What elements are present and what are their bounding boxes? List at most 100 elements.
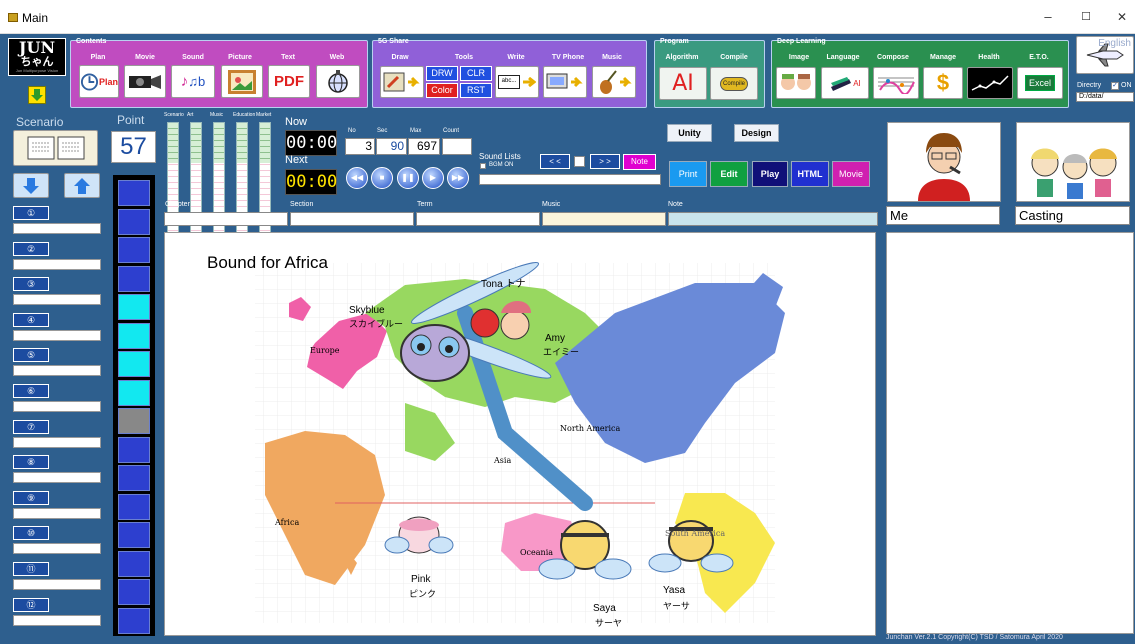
scenario-field-9[interactable] [13,507,101,519]
casting-field[interactable]: Casting [1015,206,1130,225]
english-button[interactable]: English [1076,36,1134,74]
scenario-item-9[interactable]: ⑨ [13,490,49,505]
scenario-field-4[interactable] [13,329,101,341]
note-input[interactable] [668,212,878,226]
scenario-item-8[interactable]: ⑧ [13,455,49,470]
window-title: Main [22,11,49,25]
text-button[interactable]: PDF [268,65,310,98]
eto-button[interactable]: Excel [1017,67,1063,99]
print-button[interactable]: Print [669,161,707,187]
sound-index-field[interactable] [574,156,585,167]
scenario-down-button[interactable] [13,173,49,198]
logo-line1: JUN [18,38,56,57]
stop-button[interactable]: ■ [371,167,393,189]
language-button[interactable]: AI [821,67,869,99]
directory-input[interactable]: D:/data/ [1076,92,1134,102]
minimize-button[interactable]: – [1030,6,1066,28]
directory-on-label: ON [1121,82,1132,89]
music-input[interactable] [542,212,666,226]
sound-list-field[interactable] [479,174,661,185]
sound-next-button[interactable]: > > [590,154,620,169]
scenario-item-12[interactable]: ⑫ [13,597,49,612]
scenario-item-3[interactable]: ③ [13,277,49,292]
sec-input[interactable]: 90 [376,138,407,155]
point-cell [118,550,150,577]
scenario-notes-button[interactable] [13,130,98,166]
tool-color-button[interactable]: Color [426,83,458,98]
forward-button[interactable]: ▶▶ [447,167,469,189]
directory-on-checkbox[interactable]: ✓ [1111,82,1119,90]
unity-button[interactable]: Unity [667,124,712,142]
image-button[interactable] [776,67,816,99]
health-button[interactable] [967,67,1013,99]
pause-button[interactable]: ❚❚ [397,167,419,189]
scenario-field-12[interactable] [13,614,101,626]
play-mode-button[interactable]: Play [752,161,788,187]
deep-learning-title: Deep Learning [777,38,826,45]
term-input[interactable] [416,212,540,226]
casting-image[interactable] [1016,122,1130,202]
casting-list-panel[interactable] [886,232,1134,634]
me-image[interactable] [887,122,1001,202]
next-time: 00:00 [285,169,337,195]
count-input[interactable] [442,138,472,155]
tv-phone-button[interactable] [543,66,587,98]
tool-clr-button[interactable]: CLR [460,66,492,81]
scenario-field-2[interactable] [13,258,101,270]
sound-prev-button[interactable]: < < [540,154,570,169]
music-share-button[interactable] [592,66,636,98]
me-field[interactable]: Me [886,206,1000,225]
close-button[interactable]: ✕ [1104,6,1135,28]
scenario-item-6[interactable]: ⑥ [13,384,49,398]
picture-button[interactable] [221,65,263,98]
meter-label-4: Market [256,112,272,118]
edit-button[interactable]: Edit [710,161,748,187]
scenario-field-3[interactable] [13,294,101,306]
footer-copyright: Junchan Ver.2.1 Copyright(C) TSD / Satom… [886,634,1063,641]
compose-button[interactable] [873,67,919,99]
scenario-item-4[interactable]: ④ [13,312,49,327]
scenario-item-5[interactable]: ⑤ [13,348,49,363]
pink-label: Pink [411,574,431,585]
scenario-field-10[interactable] [13,543,101,555]
download-arrow-icon[interactable] [28,86,46,104]
design-button[interactable]: Design [734,124,779,142]
maximize-button[interactable]: ☐ [1068,6,1104,28]
scenario-field-6[interactable] [13,401,101,412]
algorithm-button[interactable]: AI [659,67,707,100]
scenario-field-7[interactable] [13,436,101,448]
plan-button[interactable]: Plan [79,65,119,98]
compile-button[interactable]: Compile [710,67,758,100]
html-button[interactable]: HTML [791,161,829,187]
scenario-field-8[interactable] [13,472,101,484]
tool-drw-button[interactable]: DRW [426,66,458,81]
scenario-up-button[interactable] [64,173,100,198]
sound-button[interactable]: ♪ ♫b [171,65,215,98]
scenario-item-1[interactable]: ① [13,206,49,220]
movie-button[interactable] [124,65,166,98]
no-input[interactable]: 3 [345,138,375,155]
play-button[interactable]: ▶ [422,167,444,189]
scenario-field-5[interactable] [13,365,101,377]
arrow-down-icon [23,177,39,194]
write-button[interactable]: abc... [495,66,539,98]
contents-label-1: Movie [135,54,155,61]
scenario-item-7[interactable]: ⑦ [13,419,49,434]
sound-note-button[interactable]: Note [623,154,656,170]
scenario-item-2[interactable]: ② [13,241,49,256]
scenario-field-11[interactable] [13,579,101,590]
movie-mode-button[interactable]: Movie [832,161,870,187]
rewind-button[interactable]: ◀◀ [346,167,368,189]
stage-canvas[interactable]: Bound for Africa Europe North America As… [164,232,876,636]
draw-button[interactable] [380,66,424,98]
web-button[interactable] [316,65,360,98]
bgm-checkbox[interactable] [480,163,486,169]
manage-button[interactable]: $ [923,67,963,99]
tool-rst-button[interactable]: RST [460,83,492,98]
max-input[interactable]: 697 [408,138,440,155]
chapter-input[interactable] [164,212,288,226]
scenario-field-1[interactable] [13,223,101,234]
section-input[interactable] [290,212,414,226]
scenario-item-10[interactable]: ⑩ [13,526,49,541]
scenario-item-11[interactable]: ⑪ [13,562,49,576]
